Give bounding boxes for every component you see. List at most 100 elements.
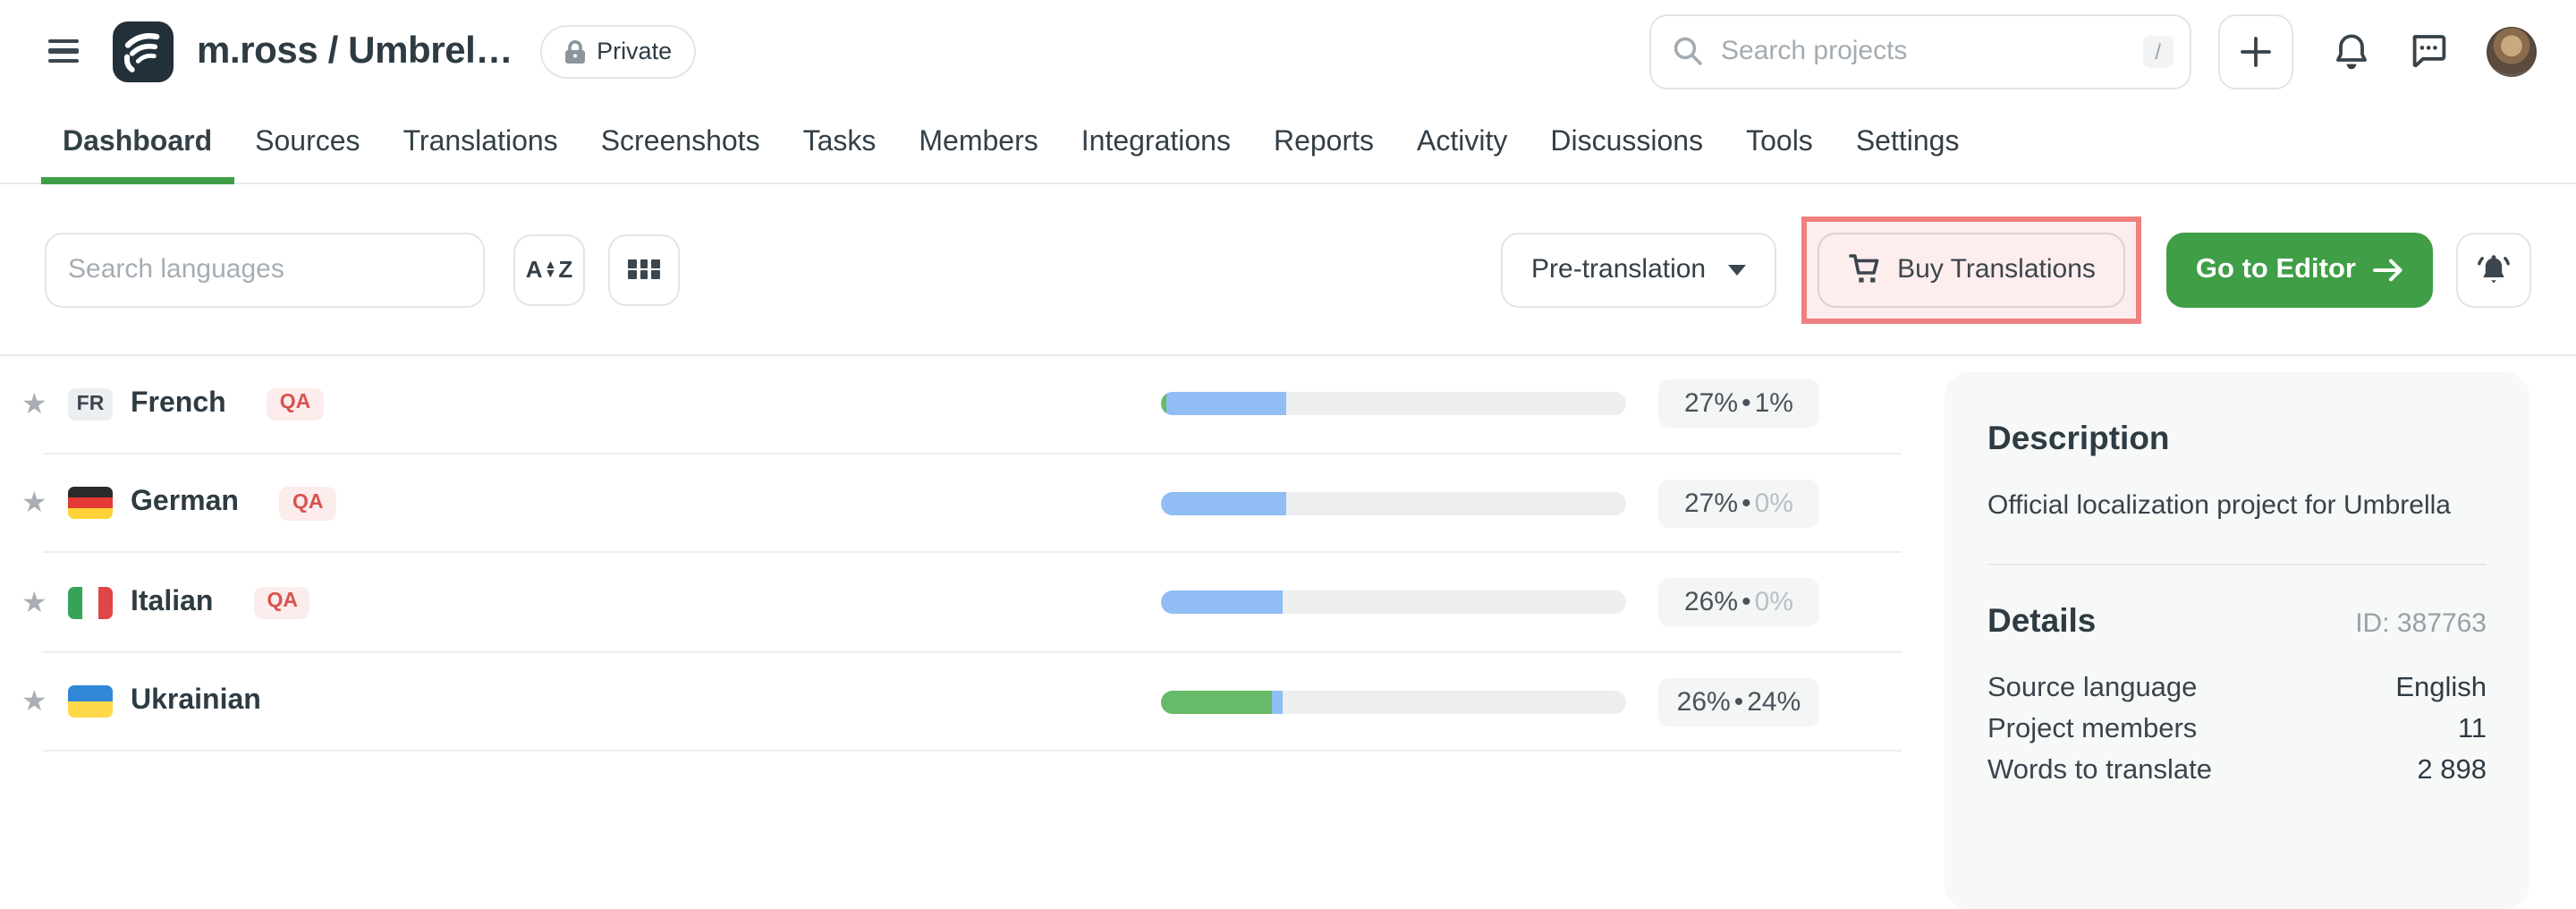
- arrow-right-icon: [2372, 257, 2404, 282]
- progress-percentages: 27% • 1%: [1658, 380, 1819, 429]
- percent-separator: •: [1741, 488, 1751, 519]
- tab-reports[interactable]: Reports: [1252, 102, 1395, 183]
- project-details-card: Description Official localization projec…: [1945, 372, 2529, 909]
- progress-bar: [1161, 492, 1626, 515]
- bell-icon: [2333, 31, 2370, 71]
- menu-icon[interactable]: [48, 38, 79, 63]
- app-root: m.ross / Umbrel… Private /: [0, 0, 2576, 803]
- tab-members[interactable]: Members: [897, 102, 1059, 183]
- translated-progress-segment: [1273, 691, 1282, 714]
- description-title: Description: [1987, 419, 2487, 458]
- messages-button[interactable]: [2410, 32, 2447, 70]
- announcements-button[interactable]: [2456, 232, 2531, 307]
- flag-ukraine: [68, 686, 113, 718]
- project-search[interactable]: /: [1649, 13, 2191, 89]
- create-project-button[interactable]: [2218, 13, 2293, 89]
- pretranslation-dropdown[interactable]: Pre-translation: [1501, 232, 1775, 307]
- language-row-ukrainian[interactable]: ★ Ukrainian 26% • 24%: [0, 652, 1902, 752]
- tab-integrations[interactable]: Integrations: [1060, 102, 1252, 183]
- tab-sources[interactable]: Sources: [233, 102, 381, 183]
- search-shortcut-key: /: [2142, 35, 2174, 67]
- grid-view-icon: [629, 259, 659, 279]
- project-tabs: Dashboard Sources Translations Screensho…: [0, 102, 2576, 184]
- detail-label: Project members: [1987, 709, 2197, 750]
- language-name[interactable]: French: [131, 388, 226, 421]
- ringing-bell-icon: [2474, 250, 2513, 289]
- detail-label: Source language: [1987, 667, 2197, 709]
- card-divider: [1987, 564, 2487, 565]
- notifications-button[interactable]: [2333, 31, 2370, 71]
- language-name[interactable]: German: [131, 488, 239, 520]
- tab-translations[interactable]: Translations: [382, 102, 580, 183]
- progress-bar: [1161, 691, 1626, 714]
- percent-separator: •: [1741, 588, 1751, 618]
- tab-discussions[interactable]: Discussions: [1529, 102, 1724, 183]
- description-text: Official localization project for Umbrel…: [1987, 488, 2487, 524]
- privacy-badge-label: Private: [597, 38, 672, 64]
- detail-value: 11: [2458, 709, 2487, 750]
- buy-translations-button[interactable]: Buy Translations: [1817, 232, 2126, 307]
- language-list: ★ FR French QA 27% • 1% ★ German QA: [0, 354, 1902, 752]
- star-icon[interactable]: ★: [21, 684, 54, 720]
- crowdin-logo[interactable]: [113, 21, 174, 81]
- detail-row-words-to-translate: Words to translate 2 898: [1987, 750, 2487, 791]
- language-row-italian[interactable]: ★ Italian QA 26% • 0%: [0, 553, 1902, 652]
- detail-row-project-members: Project members 11: [1987, 709, 2487, 750]
- top-header: m.ross / Umbrel… Private /: [0, 0, 2576, 102]
- tab-activity[interactable]: Activity: [1395, 102, 1529, 183]
- a-z-sort-icon: A▲▼Z: [526, 256, 573, 283]
- tab-dashboard[interactable]: Dashboard: [41, 102, 233, 183]
- tab-tools[interactable]: Tools: [1724, 102, 1835, 183]
- translated-progress-segment: [1161, 591, 1282, 615]
- star-icon[interactable]: ★: [21, 387, 54, 422]
- approved-percent: 0%: [1755, 488, 1793, 519]
- qa-badge[interactable]: QA: [280, 487, 336, 520]
- project-title[interactable]: m.ross / Umbrel…: [197, 30, 513, 72]
- search-languages-input[interactable]: [45, 232, 485, 307]
- language-row-german[interactable]: ★ German QA 27% • 0%: [0, 454, 1902, 553]
- star-icon[interactable]: ★: [21, 486, 54, 522]
- chevron-down-icon: [1727, 264, 1745, 275]
- progress-percentages: 26% • 0%: [1658, 579, 1819, 627]
- dashboard-toolbar: A▲▼Z Pre-translation Buy Translations: [0, 184, 2576, 356]
- qa-badge[interactable]: QA: [254, 586, 310, 619]
- sort-languages-button[interactable]: A▲▼Z: [513, 234, 585, 305]
- tab-screenshots[interactable]: Screenshots: [580, 102, 782, 183]
- language-name[interactable]: Ukrainian: [131, 686, 261, 718]
- plus-icon: [2240, 35, 2272, 67]
- progress-percentages: 26% • 24%: [1658, 678, 1819, 726]
- details-title: Details: [1987, 601, 2096, 641]
- translated-percent: 26%: [1684, 588, 1738, 618]
- lock-icon: [563, 38, 586, 64]
- approved-percent: 0%: [1755, 588, 1793, 618]
- detail-value: English: [2395, 667, 2487, 709]
- translated-progress-segment: [1165, 393, 1286, 416]
- privacy-badge: Private: [539, 24, 695, 78]
- tab-settings[interactable]: Settings: [1835, 102, 1981, 183]
- tab-tasks[interactable]: Tasks: [782, 102, 898, 183]
- detail-value: 2 898: [2417, 750, 2487, 791]
- shopping-cart-icon: [1847, 252, 1881, 286]
- star-icon[interactable]: ★: [21, 585, 54, 621]
- user-avatar[interactable]: [2487, 26, 2537, 76]
- go-to-editor-label: Go to Editor: [2196, 253, 2356, 285]
- language-row-french[interactable]: ★ FR French QA 27% • 1%: [0, 354, 1902, 454]
- qa-badge[interactable]: QA: [267, 387, 324, 421]
- translated-percent: 26%: [1677, 687, 1731, 718]
- project-search-input[interactable]: [1717, 34, 2128, 68]
- go-to-editor-button[interactable]: Go to Editor: [2167, 232, 2433, 307]
- percent-separator: •: [1734, 687, 1744, 718]
- translated-percent: 27%: [1684, 389, 1738, 420]
- language-name[interactable]: Italian: [131, 587, 213, 619]
- approved-percent: 24%: [1747, 687, 1801, 718]
- translated-progress-segment: [1161, 492, 1286, 515]
- progress-bar: [1161, 591, 1626, 615]
- buy-translations-highlight: Buy Translations: [1801, 216, 2142, 323]
- buy-translations-label: Buy Translations: [1897, 254, 2096, 285]
- grid-view-button[interactable]: [608, 234, 680, 305]
- pretranslation-label: Pre-translation: [1531, 254, 1706, 285]
- flag-italy: [68, 587, 113, 619]
- translated-percent: 27%: [1684, 488, 1738, 519]
- flag-germany: [68, 488, 113, 520]
- project-id: ID: 387763: [2355, 608, 2487, 639]
